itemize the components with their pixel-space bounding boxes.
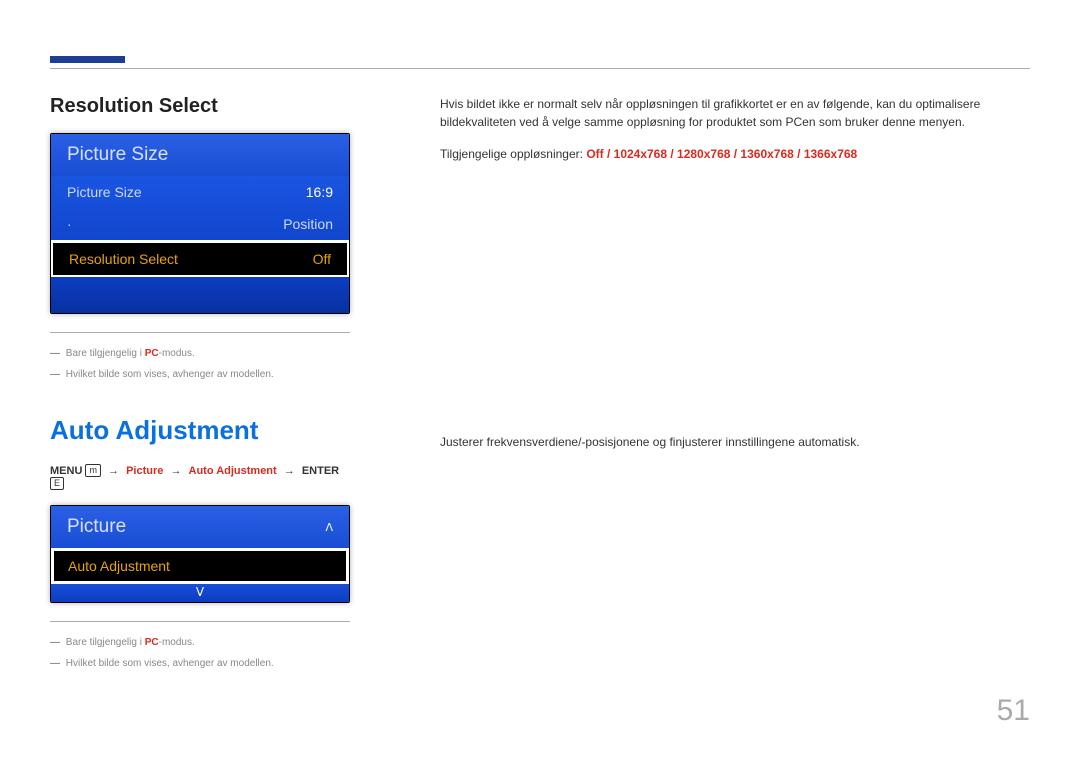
enter-icon: E [50,477,64,490]
heading-resolution-select: Resolution Select [50,95,350,118]
osd-title: Picture [67,516,126,538]
osd-row-label: Auto Adjustment [68,558,170,574]
osd-row-auto-adjustment[interactable]: Auto Adjustment [51,548,349,584]
menu-path: MENU m → Picture → Auto Adjustment → ENT… [50,464,350,490]
header-rule [50,68,1030,69]
description-text: Justerer frekvensverdiene/-posisjonene o… [440,433,1030,451]
down-arrow-row[interactable]: ᐯ [51,584,349,602]
osd-title: Picture Size [51,134,349,176]
section-resolution-select: Resolution Select Picture Size Picture S… [50,95,1030,385]
osd-picture: Picture ᐱ Auto Adjustment ᐯ [50,505,350,603]
section-auto-adjustment: Auto Adjustment MENU m → Picture → Auto … [50,415,1030,674]
osd-row-label: Position [283,216,333,232]
down-arrow-icon: ᐯ [196,585,204,599]
notes-block: ― Bare tilgjengelig i PC-modus. ― Hvilke… [50,332,350,385]
note-line: ― Bare tilgjengelig i PC-modus. [50,343,350,364]
osd-row-label: Picture Size [67,184,142,200]
note-line: ― Hvilket bilde som vises, avhenger av m… [50,364,350,385]
available-resolutions: Tilgjengelige oppløsninger: Off / 1024x7… [440,145,1030,163]
up-arrow-icon[interactable]: ᐱ [325,521,333,534]
osd-picture-size: Picture Size Picture Size 16:9 Position … [50,133,350,314]
osd-spacer [51,277,349,313]
note-line: ― Hvilket bilde som vises, avhenger av m… [50,653,350,674]
menu-icon: m [85,464,101,477]
notes-block: ― Bare tilgjengelig i PC-modus. ― Hvilke… [50,621,350,674]
osd-row-value: Off [313,251,331,267]
osd-row-resolution-select[interactable]: Resolution Select Off [50,240,350,278]
osd-row-value: 16:9 [306,184,333,200]
note-line: ― Bare tilgjengelig i PC-modus. [50,632,350,653]
description-text: Hvis bildet ikke er normalt selv når opp… [440,95,1030,131]
osd-row-picture-size[interactable]: Picture Size 16:9 [51,176,349,208]
heading-auto-adjustment: Auto Adjustment [50,415,350,446]
page-number: 51 [997,694,1030,728]
header-accent-bar [50,56,125,63]
osd-row-position[interactable]: Position [51,208,349,240]
osd-row-label: Resolution Select [69,251,178,267]
